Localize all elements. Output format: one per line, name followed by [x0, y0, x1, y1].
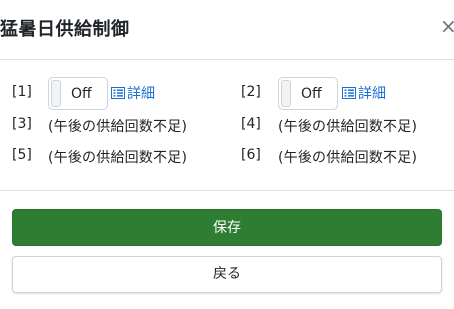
toggle-knob	[51, 80, 61, 107]
dialog-header: 猛暑日供給制御 ×	[0, 0, 454, 60]
toggle-knob	[281, 80, 291, 107]
detail-label: 詳細	[358, 86, 386, 102]
list-icon	[111, 87, 125, 99]
back-button[interactable]: 戻る	[12, 256, 442, 293]
slot-1-toggle[interactable]: Off	[48, 77, 108, 110]
slot-2-detail-link[interactable]: 詳細	[342, 83, 386, 103]
slot-label-3: [3]	[12, 116, 32, 132]
slot-label-6: [6]	[241, 147, 261, 163]
slot-6-status: (午後の供給回数不足)	[278, 150, 418, 166]
list-icon	[342, 87, 356, 99]
slot-label-5: [5]	[12, 147, 32, 163]
slot-label-4: [4]	[241, 116, 261, 132]
slot-3-status: (午後の供給回数不足)	[48, 119, 188, 135]
slot-2-toggle[interactable]: Off	[278, 77, 338, 110]
save-button[interactable]: 保存	[12, 209, 442, 246]
slot-4-status: (午後の供給回数不足)	[278, 119, 418, 135]
close-icon[interactable]: ×	[440, 12, 454, 40]
slot-label-2: [2]	[241, 84, 261, 100]
slot-5-status: (午後の供給回数不足)	[48, 150, 188, 166]
detail-label: 詳細	[127, 86, 155, 102]
toggle-state: Off	[71, 86, 92, 102]
dialog-title: 猛暑日供給制御	[0, 19, 130, 40]
toggle-state: Off	[301, 86, 322, 102]
slot-1-detail-link[interactable]: 詳細	[111, 83, 155, 103]
slot-label-1: [1]	[12, 84, 32, 100]
footer-divider	[0, 190, 454, 191]
